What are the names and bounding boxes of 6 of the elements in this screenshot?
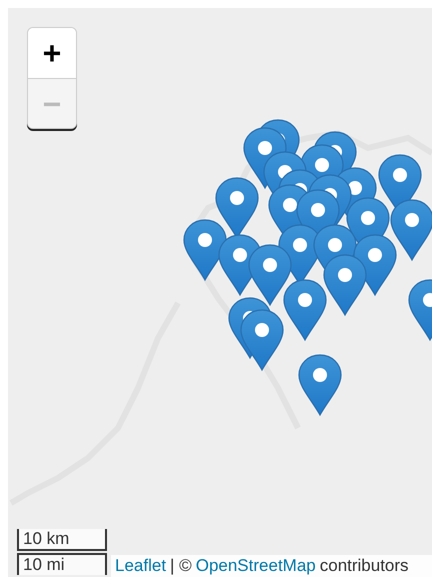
scale-bar: 10 mi <box>17 553 107 575</box>
openstreetmap-link[interactable]: OpenStreetMap <box>196 555 316 577</box>
attribution-separator: | © <box>170 555 192 577</box>
attribution-text: contributors <box>320 555 409 577</box>
leaflet-link[interactable]: Leaflet <box>115 555 166 577</box>
scale-bar: 10 km <box>17 529 107 551</box>
